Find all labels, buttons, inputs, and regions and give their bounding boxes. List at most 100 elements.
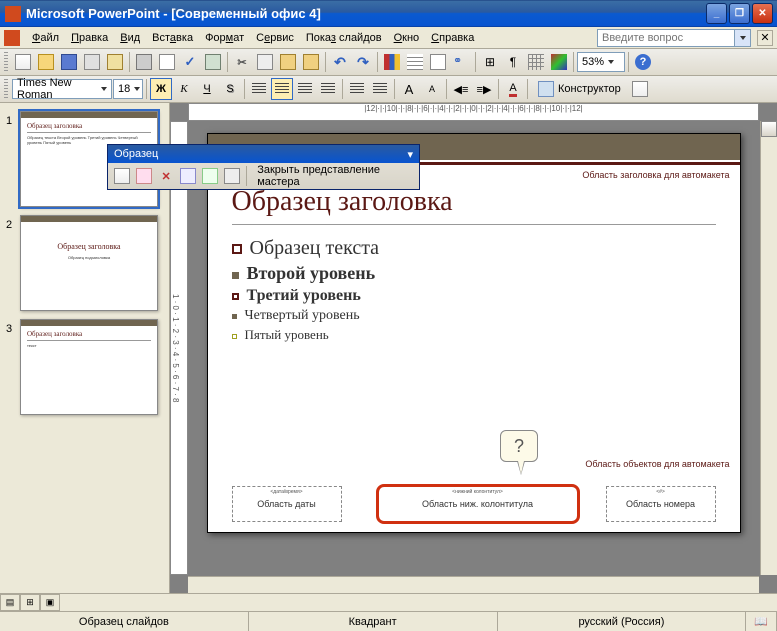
- toolbar-grip[interactable]: [4, 79, 8, 99]
- save-button[interactable]: [58, 51, 80, 73]
- menu-edit[interactable]: Правка: [65, 30, 114, 46]
- paste-button[interactable]: [277, 51, 299, 73]
- cut-button[interactable]: ✂: [231, 51, 253, 73]
- color-grayscale-button[interactable]: [548, 51, 570, 73]
- format-painter-button[interactable]: [300, 51, 322, 73]
- show-grid-button[interactable]: [525, 51, 547, 73]
- thumb-number: 1: [6, 111, 20, 207]
- open-button[interactable]: [35, 51, 57, 73]
- statusbar: Образец слайдов Квадрант русский (Россия…: [0, 611, 777, 631]
- permission-button[interactable]: [81, 51, 103, 73]
- scroll-up-button[interactable]: [761, 121, 777, 137]
- window-title: Microsoft PowerPoint - [Современный офис…: [26, 6, 706, 21]
- print-button[interactable]: [133, 51, 155, 73]
- status-spellcheck-icon[interactable]: 📖: [746, 612, 777, 631]
- show-formatting-button[interactable]: ¶: [502, 51, 524, 73]
- toolbar-formatting: Times New Roman 18 Ж К Ч S A A ◀≡ ≡▶ A К…: [0, 76, 777, 103]
- italic-button[interactable]: К: [173, 78, 195, 100]
- thumb-number: 2: [6, 215, 20, 311]
- bullets-button[interactable]: [369, 78, 391, 100]
- status-design: Квадрант: [249, 612, 498, 631]
- horizontal-ruler[interactable]: |12|·|·|10|·|·|8|·|·|6|·|·|4|·|·|2|·|·|0…: [188, 103, 759, 121]
- insert-title-master-button[interactable]: [134, 165, 154, 187]
- align-justify-button[interactable]: [317, 78, 339, 100]
- thumb-number: 3: [6, 319, 20, 415]
- menu-insert[interactable]: Вставка: [146, 30, 199, 46]
- close-master-view-button[interactable]: Закрыть представление мастера: [251, 164, 415, 188]
- document-close-button[interactable]: ✕: [757, 30, 773, 46]
- menu-view[interactable]: Вид: [114, 30, 146, 46]
- menu-window[interactable]: Окно: [388, 30, 426, 46]
- underline-button[interactable]: Ч: [196, 78, 218, 100]
- help-button[interactable]: ?: [632, 51, 654, 73]
- vertical-scrollbar[interactable]: [760, 121, 777, 575]
- rename-master-button[interactable]: [200, 165, 220, 187]
- undo-button[interactable]: ↶: [329, 51, 351, 73]
- design-button[interactable]: Конструктор: [531, 78, 628, 100]
- research-button[interactable]: [202, 51, 224, 73]
- horizontal-scrollbar[interactable]: [188, 576, 759, 593]
- font-size-combo[interactable]: 18: [113, 79, 143, 99]
- insert-hyperlink-button[interactable]: ⚭: [450, 51, 472, 73]
- question-mark-icon: ?: [514, 436, 524, 457]
- status-language[interactable]: русский (Россия): [498, 612, 747, 631]
- shadow-button[interactable]: S: [219, 78, 241, 100]
- numbering-button[interactable]: [346, 78, 368, 100]
- menu-tools[interactable]: Сервис: [250, 30, 300, 46]
- insert-table-button[interactable]: [404, 51, 426, 73]
- footer-placeholder[interactable]: <нижний колонтитул> Область ниж. колонти…: [378, 486, 578, 522]
- align-right-button[interactable]: [294, 78, 316, 100]
- status-mode: Образец слайдов: [0, 612, 249, 631]
- master-layout-button[interactable]: [222, 165, 242, 187]
- sorter-view-button[interactable]: ⊞: [20, 594, 40, 611]
- tables-borders-button[interactable]: [427, 51, 449, 73]
- normal-view-button[interactable]: ▤: [0, 594, 20, 611]
- bullet-level5-icon: [232, 334, 237, 339]
- toolbar-grip[interactable]: [4, 52, 8, 72]
- slideshow-view-button[interactable]: ▣: [40, 594, 60, 611]
- decrease-indent-button[interactable]: ◀≡: [450, 78, 472, 100]
- align-center-button[interactable]: [271, 78, 293, 100]
- decrease-font-button[interactable]: A: [421, 78, 443, 100]
- master-view-toolbar[interactable]: Образец ▾ ✕ Закрыть представление мастер…: [107, 144, 420, 190]
- new-slide-button[interactable]: [629, 78, 651, 100]
- date-placeholder[interactable]: <дата/время> Область даты: [232, 486, 342, 522]
- font-name-combo[interactable]: Times New Roman: [12, 79, 112, 99]
- delete-master-button[interactable]: ✕: [156, 165, 176, 187]
- slide-thumbnail[interactable]: Образец заголовка Образец подзаголовка: [20, 215, 158, 311]
- body-placeholder[interactable]: Образец текста Второй уровень Третий уро…: [232, 234, 716, 346]
- insert-chart-button[interactable]: [381, 51, 403, 73]
- slide-number-placeholder[interactable]: <#> Область номера: [606, 486, 716, 522]
- master-toolbar-dropdown[interactable]: ▾: [407, 148, 413, 161]
- view-buttons-strip: ▤ ⊞ ▣: [0, 593, 777, 611]
- new-button[interactable]: [12, 51, 34, 73]
- title-placeholder[interactable]: Образец заголовка: [232, 186, 716, 225]
- help-search-input[interactable]: [597, 29, 735, 47]
- slide-thumbnail[interactable]: Образец заголовка текст: [20, 319, 158, 415]
- zoom-combo[interactable]: 53%: [577, 52, 625, 72]
- align-left-button[interactable]: [248, 78, 270, 100]
- increase-font-button[interactable]: A: [398, 78, 420, 100]
- minimize-button[interactable]: _: [706, 3, 727, 24]
- insert-slide-master-button[interactable]: [112, 165, 132, 187]
- redo-button[interactable]: ↷: [352, 51, 374, 73]
- spellcheck-button[interactable]: ✓: [179, 51, 201, 73]
- menu-help[interactable]: Справка: [425, 30, 480, 46]
- menu-file[interactable]: Файл: [26, 30, 65, 46]
- menu-format[interactable]: Формат: [199, 30, 250, 46]
- preserve-master-button[interactable]: [178, 165, 198, 187]
- slide-master[interactable]: Область заголовка для автомакета Образец…: [207, 133, 741, 533]
- master-toolbar-titlebar[interactable]: Образец ▾: [108, 145, 419, 163]
- print-preview-button[interactable]: [156, 51, 178, 73]
- expand-all-button[interactable]: ⊞: [479, 51, 501, 73]
- email-button[interactable]: [104, 51, 126, 73]
- app-icon: [5, 6, 21, 22]
- close-button[interactable]: ✕: [752, 3, 773, 24]
- menu-slideshow[interactable]: Показ слайдов: [300, 30, 388, 46]
- bold-button[interactable]: Ж: [150, 78, 172, 100]
- copy-button[interactable]: [254, 51, 276, 73]
- maximize-button[interactable]: ❐: [729, 3, 750, 24]
- font-color-button[interactable]: A: [502, 78, 524, 100]
- increase-indent-button[interactable]: ≡▶: [473, 78, 495, 100]
- help-dropdown-button[interactable]: [735, 29, 751, 47]
